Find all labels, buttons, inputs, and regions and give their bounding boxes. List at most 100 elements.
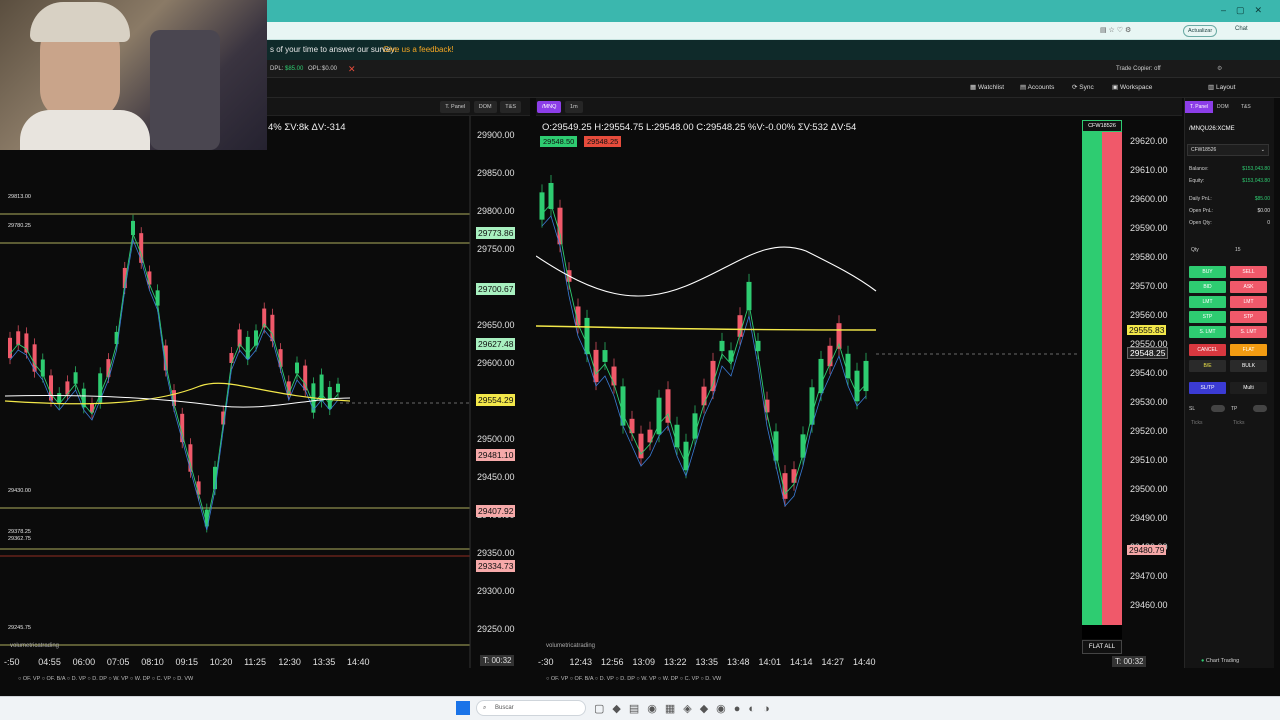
left-tpanel-tab[interactable]: T. Panel (440, 101, 471, 113)
tpanel-tab-right[interactable]: T. Panel (1185, 101, 1213, 113)
multi-tab[interactable]: Multi (1230, 382, 1267, 394)
time-label[interactable]: 13:09 (633, 657, 656, 667)
indicator-toggle[interactable]: ○ D. VP (67, 676, 88, 682)
chart-trading-toggle[interactable]: ● Chart Trading (1201, 658, 1239, 664)
indicator-toggle[interactable]: ○ D. VW (172, 676, 193, 682)
flat-all-button[interactable]: FLAT ALL (1082, 640, 1122, 654)
left-ts-tab[interactable]: T&S (500, 101, 521, 113)
price-scale-label[interactable]: 29470.00 (1130, 571, 1168, 581)
indicator-toggle[interactable]: ○ OF. B/A (570, 676, 595, 682)
price-scale-label[interactable]: 29610.00 (1130, 165, 1168, 175)
time-label[interactable]: -:30 (538, 657, 554, 667)
price-scale-label[interactable]: 29570.00 (1130, 281, 1168, 291)
indicator-toggle[interactable]: ○ W. DP (658, 676, 680, 682)
time-label[interactable]: 14:27 (822, 657, 845, 667)
sltp-tab[interactable]: SL/TP (1189, 382, 1226, 394)
indicator-toggle[interactable]: ○ C. VP (152, 676, 173, 682)
time-label[interactable]: 13:35 (313, 657, 336, 667)
indicator-toggle[interactable]: ○ OF. B/A (42, 676, 67, 682)
windows-start-icon[interactable] (456, 701, 470, 715)
bulk-button[interactable]: BULK (1230, 360, 1267, 372)
price-scale-label[interactable]: 29520.00 (1130, 426, 1168, 436)
browser-action-icons[interactable]: ▤ ☆ ♡ ⚙ (1100, 26, 1131, 34)
time-label[interactable]: -:50 (4, 657, 20, 667)
time-label[interactable]: 12:30 (278, 657, 301, 667)
workspace-button[interactable]: ▣ Workspace (1112, 78, 1152, 98)
time-label[interactable]: 13:48 (727, 657, 750, 667)
trade-copier[interactable]: Trade Copier: off (1116, 60, 1161, 78)
bid-button[interactable]: BID (1189, 281, 1226, 293)
slmt-buy-button[interactable]: S. LMT (1189, 326, 1226, 338)
time-label[interactable]: 11:25 (244, 657, 266, 667)
price-scale-label[interactable]: 29450.00 (477, 472, 515, 482)
price-scale-label[interactable]: 29530.00 (1130, 397, 1168, 407)
indicator-toggle[interactable]: ○ W. VP (108, 676, 130, 682)
dom-bid-bar[interactable] (1082, 120, 1102, 632)
stp-buy-button[interactable]: STP (1189, 311, 1226, 323)
sl-toggle[interactable] (1211, 405, 1225, 412)
qty-value[interactable]: 15 (1235, 247, 1241, 253)
ask-button[interactable]: ASK (1230, 281, 1267, 293)
time-label[interactable]: 14:40 (853, 657, 876, 667)
time-label[interactable]: 08:10 (141, 657, 164, 667)
price-scale-label[interactable]: 29490.00 (1130, 513, 1168, 523)
indicator-toggle[interactable]: ○ C. VP (680, 676, 701, 682)
survey-link[interactable]: Give us a feedback! (383, 40, 454, 60)
symbol-tab[interactable]: /MNQ (537, 101, 562, 113)
price-scale-label[interactable]: 29510.00 (1130, 455, 1168, 465)
price-scale-label[interactable]: 29500.00 (1130, 484, 1168, 494)
price-scale-label[interactable]: 29850.00 (477, 168, 515, 178)
price-scale-label[interactable]: 29600.00 (477, 358, 515, 368)
time-label[interactable]: 14:40 (347, 657, 370, 667)
indicator-toggle[interactable]: ○ W. VP (636, 676, 658, 682)
account-select[interactable]: CFW18526 ⌄ (1187, 144, 1269, 156)
update-button[interactable]: Actualizar (1183, 25, 1218, 37)
time-label[interactable]: 12:56 (601, 657, 624, 667)
price-scale-label[interactable]: 29750.00 (477, 244, 515, 254)
buy-button[interactable]: BUY (1189, 266, 1226, 278)
price-scale-label[interactable]: 29600.00 (1130, 194, 1168, 204)
dom-ask-bar[interactable] (1102, 120, 1122, 632)
price-scale-label[interactable]: 29250.00 (477, 624, 515, 634)
price-scale-label[interactable]: 29900.00 (477, 130, 515, 140)
ts-tab-right[interactable]: T&S (1241, 104, 1251, 110)
time-label[interactable]: 10:20 (210, 657, 233, 667)
price-scale-label[interactable]: 29540.00 (1130, 368, 1168, 378)
window-controls[interactable]: –▢✕ (1221, 5, 1272, 16)
indicator-toggle[interactable]: ○ D. DP (615, 676, 636, 682)
taskbar-app-icons[interactable]: ▢◆▤◉▦◈◆◉●◐◑ (594, 702, 778, 715)
lmt-buy-button[interactable]: LMT (1189, 296, 1226, 308)
layout-button[interactable]: ▥ Layout (1208, 78, 1235, 98)
price-scale-label[interactable]: 29650.00 (477, 320, 515, 330)
price-scale-label[interactable]: 29560.00 (1130, 310, 1168, 320)
time-label[interactable]: 07:05 (107, 657, 130, 667)
price-scale-label[interactable]: 29300.00 (477, 586, 515, 596)
indicator-toggle[interactable]: ○ OF. VP (546, 676, 570, 682)
time-label[interactable]: 14:14 (790, 657, 813, 667)
time-label[interactable]: 13:35 (696, 657, 719, 667)
dom-tab-right[interactable]: DOM (1217, 104, 1229, 110)
sync-button[interactable]: ⟳ Sync (1072, 78, 1094, 98)
chat-button[interactable]: Chat (1235, 26, 1248, 32)
price-scale-label[interactable]: 29350.00 (477, 548, 515, 558)
stp-sell-button[interactable]: STP (1230, 311, 1267, 323)
tp-toggle[interactable] (1253, 405, 1267, 412)
price-scale-label[interactable]: 29460.00 (1130, 600, 1168, 610)
indicator-toggle[interactable]: ○ D. VW (700, 676, 721, 682)
time-label[interactable]: 09:15 (176, 657, 199, 667)
left-chart-canvas[interactable] (0, 116, 530, 668)
time-label[interactable]: 04:55 (38, 657, 61, 667)
breakeven-button[interactable]: B/E (1189, 360, 1226, 372)
accounts-button[interactable]: ▤ Accounts (1020, 78, 1054, 98)
slmt-sell-button[interactable]: S. LMT (1230, 326, 1267, 338)
price-scale-label[interactable]: 29800.00 (477, 206, 515, 216)
indicator-toggle[interactable]: ○ D. VP (595, 676, 616, 682)
qty-label[interactable]: Qty (1191, 247, 1199, 253)
sell-button[interactable]: SELL (1230, 266, 1267, 278)
indicator-toggle[interactable]: ○ D. DP (87, 676, 108, 682)
price-scale-label[interactable]: 29580.00 (1130, 252, 1168, 262)
watchlist-button[interactable]: ▦ Watchlist (970, 78, 1004, 98)
interval-tab[interactable]: 1m (565, 101, 583, 113)
lmt-sell-button[interactable]: LMT (1230, 296, 1267, 308)
price-scale-label[interactable]: 29620.00 (1130, 136, 1168, 146)
